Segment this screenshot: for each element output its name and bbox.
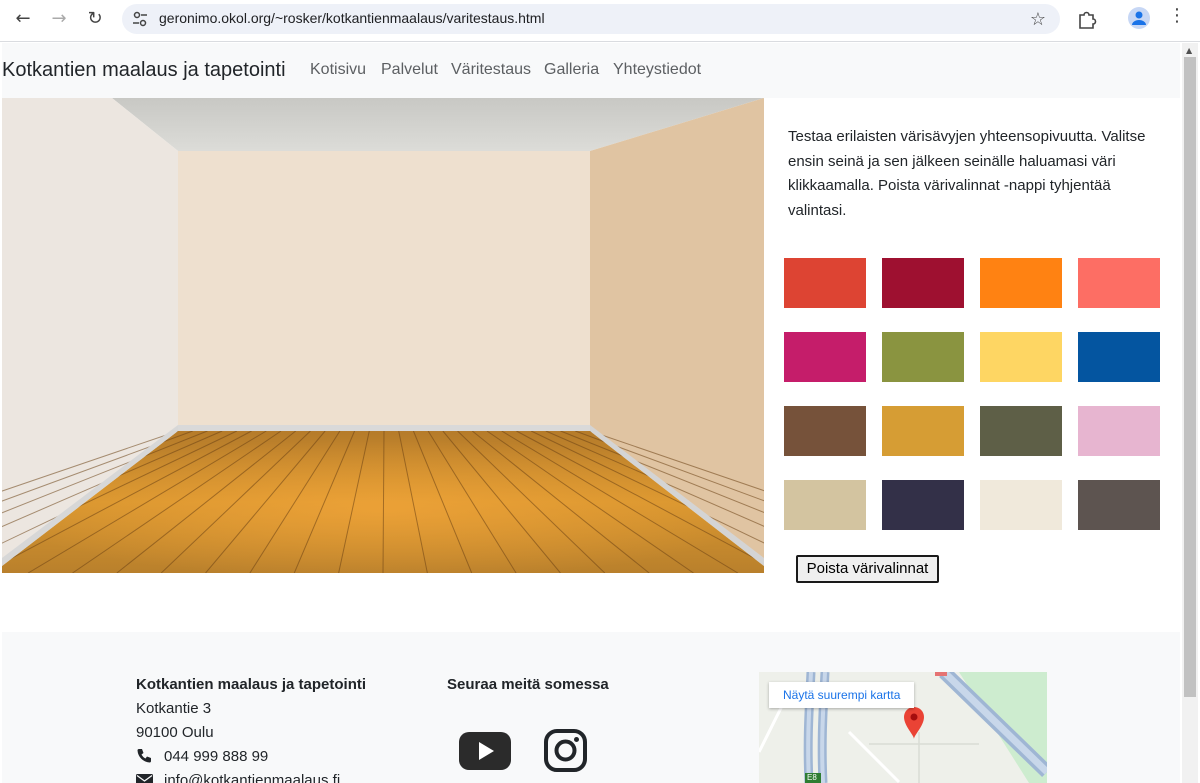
reload-icon[interactable]: ↻ — [82, 6, 108, 32]
page-scrollbar[interactable]: ▲ — [1182, 43, 1198, 783]
map-larger-button[interactable]: Näytä suurempi kartta — [769, 682, 915, 708]
color-swatch[interactable] — [1078, 406, 1160, 456]
room-back-baseboard — [178, 425, 590, 431]
footer-city: 90100 Oulu — [136, 724, 214, 741]
nav-link-varitestaus[interactable]: Väritestaus — [451, 61, 531, 79]
footer-street: Kotkantie 3 — [136, 700, 212, 717]
scroll-up-icon[interactable]: ▲ — [1186, 46, 1192, 55]
address-bar[interactable]: geronimo.okol.org/~rosker/kotkantienmaal… — [122, 4, 1060, 34]
site-brand[interactable]: Kotkantien maalaus ja tapetointi — [2, 59, 286, 82]
color-swatch[interactable] — [784, 258, 866, 308]
color-swatch[interactable] — [882, 480, 964, 530]
color-swatch[interactable] — [784, 480, 866, 530]
nav-link-palvelut[interactable]: Palvelut — [381, 61, 438, 79]
scrollbar-thumb[interactable] — [1184, 57, 1196, 697]
color-swatch[interactable] — [882, 332, 964, 382]
site-settings-icon[interactable] — [132, 11, 148, 27]
color-swatch[interactable] — [980, 332, 1062, 382]
bookmark-star-icon[interactable]: ☆ — [1030, 9, 1046, 30]
instagram-icon[interactable] — [544, 729, 587, 772]
intro-text: Testaa erilaisten värisävyjen yhteensopi… — [788, 128, 1146, 219]
color-swatch[interactable] — [980, 480, 1062, 530]
nav-link-galleria[interactable]: Galleria — [544, 61, 599, 79]
phone-icon — [137, 749, 151, 763]
nav-link-kotisivu[interactable]: Kotisivu — [310, 61, 366, 79]
url-text[interactable]: geronimo.okol.org/~rosker/kotkantienmaal… — [159, 10, 545, 26]
nav-link-yhteystiedot[interactable]: Yhteystiedot — [613, 61, 701, 79]
forward-arrow-icon[interactable]: → — [46, 6, 72, 32]
email-icon — [136, 774, 153, 783]
site-navbar: Kotkantien maalaus ja tapetointi Kotisiv… — [2, 43, 1180, 98]
color-swatch[interactable] — [882, 258, 964, 308]
room-preview — [2, 98, 764, 573]
profile-avatar-icon[interactable] — [1128, 7, 1150, 29]
page-viewport: Kotkantien maalaus ja tapetointi Kotisiv… — [2, 43, 1180, 783]
color-swatch[interactable] — [1078, 332, 1160, 382]
map-road-label: E8 — [807, 773, 817, 782]
browser-menu-icon[interactable]: ⋮ — [1168, 5, 1186, 26]
color-swatch[interactable] — [784, 332, 866, 382]
youtube-icon[interactable] — [459, 732, 511, 770]
extensions-icon[interactable] — [1074, 6, 1100, 32]
clear-colors-button[interactable]: Poista värivalinnat — [796, 555, 939, 583]
color-swatch[interactable] — [882, 406, 964, 456]
back-arrow-icon[interactable]: ← — [10, 6, 36, 32]
footer-company-name: Kotkantien maalaus ja tapetointi — [136, 676, 367, 693]
footer-email[interactable]: info@kotkantienmaalaus.fi — [164, 772, 340, 783]
location-map[interactable]: E8 Näytä suurempi kartta — [759, 672, 1047, 783]
browser-toolbar: ← → ↻ geronimo.okol.org/~rosker/kotkanti… — [0, 0, 1200, 42]
room-back-wall[interactable] — [178, 151, 590, 431]
color-swatch[interactable] — [1078, 480, 1160, 530]
color-swatch[interactable] — [784, 406, 866, 456]
site-footer: Kotkantien maalaus ja tapetointi Kotkant… — [2, 632, 1180, 783]
footer-phone[interactable]: 044 999 888 99 — [164, 748, 268, 765]
color-swatch[interactable] — [1078, 258, 1160, 308]
footer-social-heading: Seuraa meitä somessa — [447, 676, 609, 693]
color-swatch[interactable] — [980, 406, 1062, 456]
color-swatch[interactable] — [980, 258, 1062, 308]
